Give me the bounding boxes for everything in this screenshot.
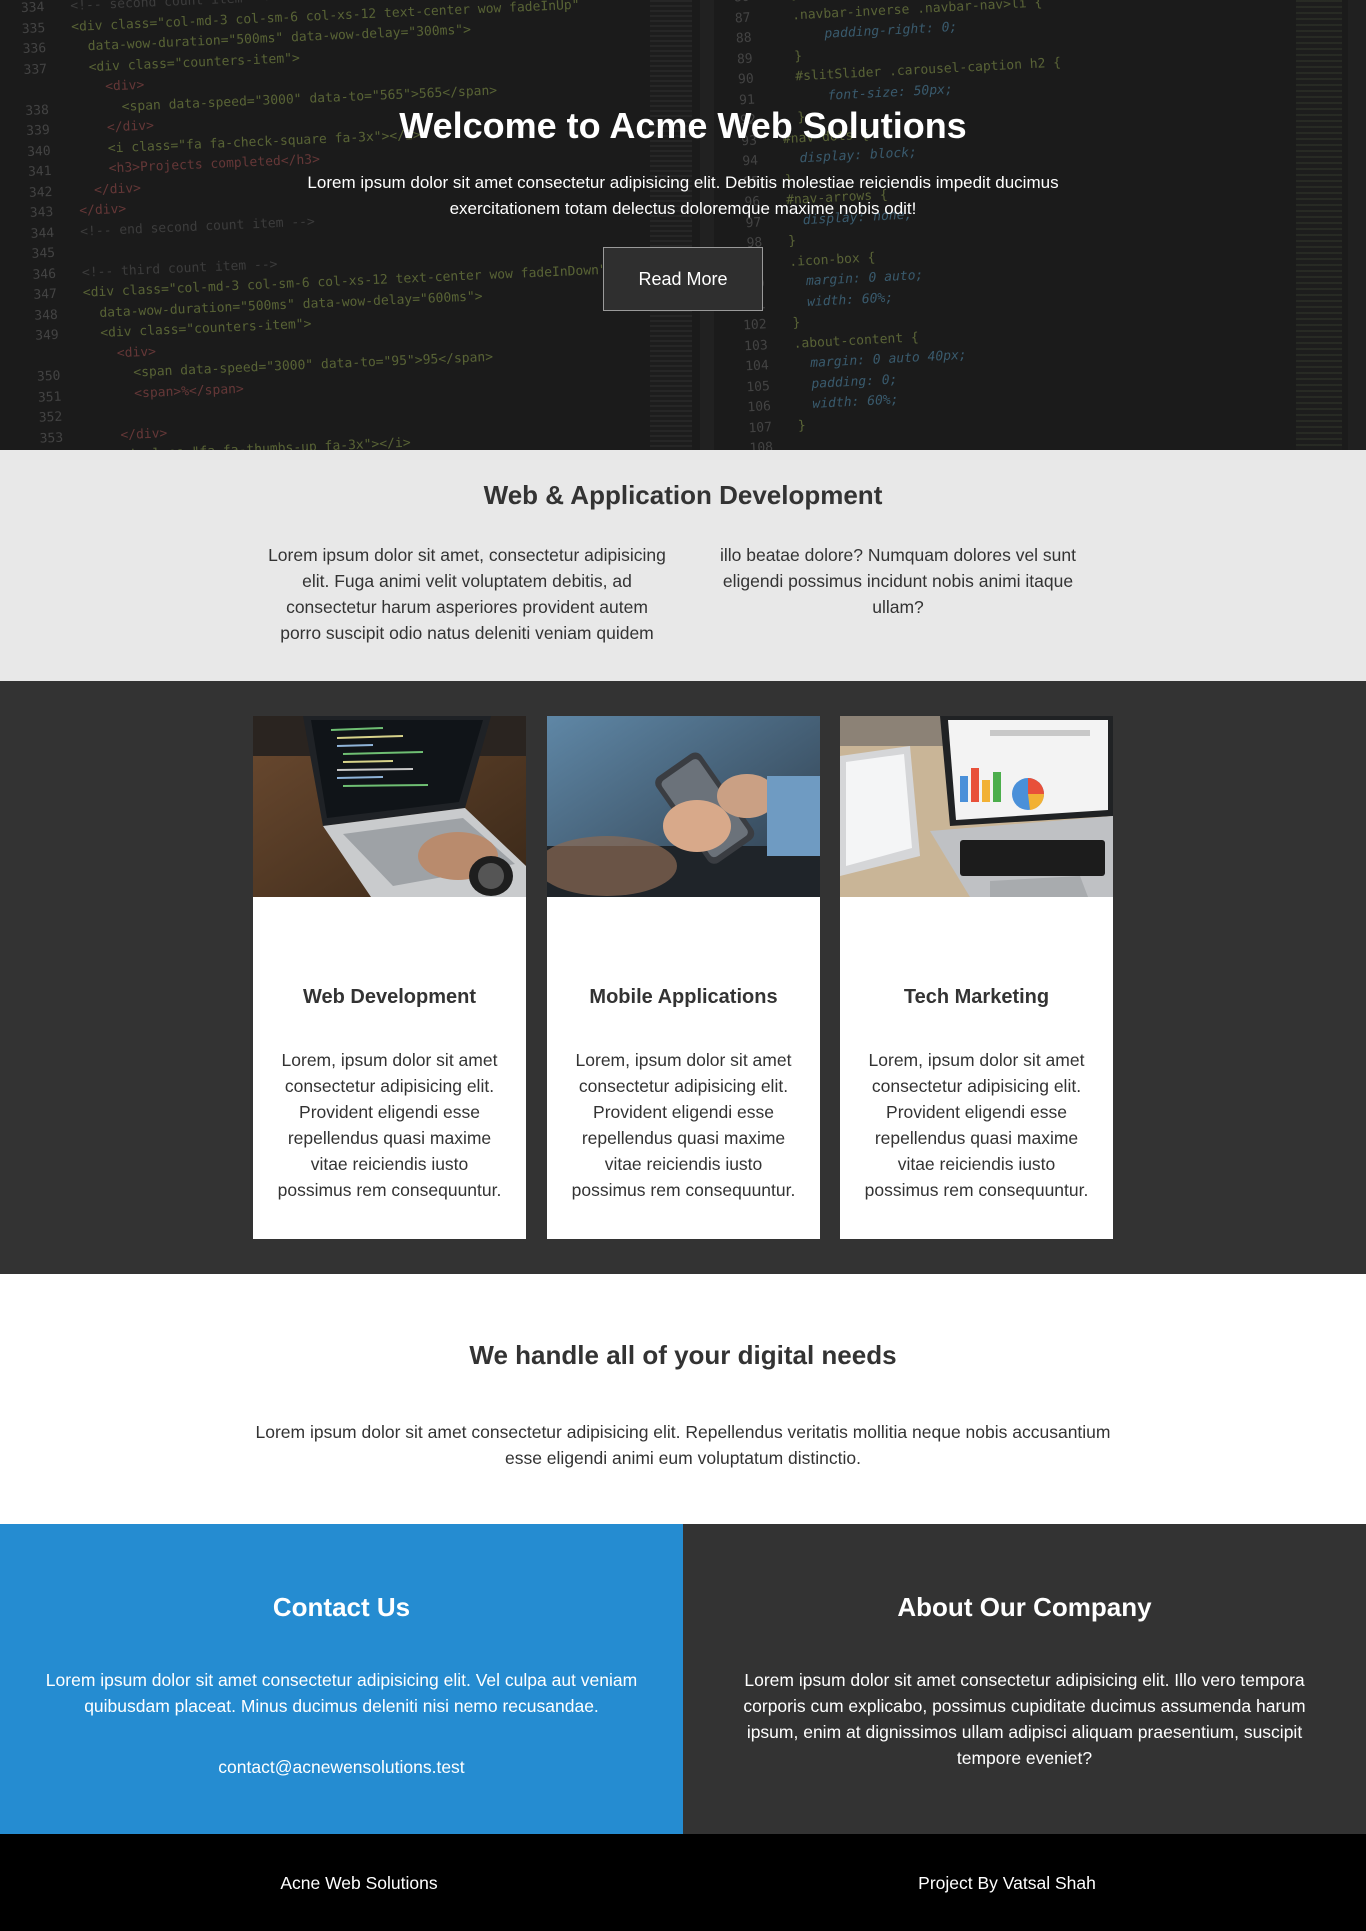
contact-text: Lorem ipsum dolor sit amet consectetur a…	[45, 1670, 638, 1716]
card-text: Lorem, ipsum dolor sit amet consectetur …	[571, 1050, 796, 1200]
contact-title: Contact Us	[272, 1592, 411, 1622]
card-title: Tech Marketing	[903, 986, 1050, 1008]
hero-content: Welcome to Acme Web Solutions Lorem ipsu…	[0, 0, 1366, 450]
footer-credit: Project By Vatsal Shah	[918, 1873, 1096, 1893]
card-title: Web Development	[303, 986, 476, 1008]
text-column-1: Lorem ipsum dolor sit amet, consectetur …	[268, 545, 666, 643]
text-column-2: illo beatae dolore? Numquam dolores vel …	[719, 545, 1077, 617]
service-card-tech-marketing: Tech Marketing Lorem, ipsum dolor sit am…	[840, 716, 1113, 1239]
service-card-mobile-applications: Mobile Applications Lorem, ipsum dolor s…	[547, 716, 820, 1239]
laptop-tablet-charts-photo	[840, 716, 1113, 897]
footer: Acne Web Solutions Project By Vatsal Sha…	[0, 1834, 1366, 1931]
card-text: Lorem, ipsum dolor sit amet consectetur …	[864, 1050, 1089, 1200]
smartphone-hands-photo	[547, 716, 820, 897]
section-text: Lorem ipsum dolor sit amet consectetur a…	[255, 1422, 1111, 1468]
about-section: About Our Company Lorem ipsum dolor sit …	[683, 1524, 1366, 1834]
contact-section: Contact Us Lorem ipsum dolor sit amet co…	[0, 1524, 683, 1834]
digital-needs-section: We handle all of your digital needs Lore…	[0, 1274, 1366, 1524]
service-card-web-development: Web Development Lorem, ipsum dolor sit a…	[253, 716, 526, 1239]
hero-title: Welcome to Acme Web Solutions	[399, 105, 967, 146]
about-title: About Our Company	[897, 1592, 1152, 1622]
services-section: Web Development Lorem, ipsum dolor sit a…	[0, 681, 1366, 1274]
card-text: Lorem, ipsum dolor sit amet consectetur …	[277, 1050, 502, 1200]
read-more-button[interactable]: Read More	[603, 247, 763, 311]
about-text: Lorem ipsum dolor sit amet consectetur a…	[743, 1670, 1306, 1768]
card-title: Mobile Applications	[589, 986, 778, 1008]
hero-section: 334 <!-- second count item --> 335 <div cla…	[0, 0, 1366, 450]
section-title: We handle all of your digital needs	[469, 1340, 897, 1370]
section-title: Web & Application Development	[483, 480, 883, 510]
contact-email-link[interactable]: contact@acnewensolutions.test	[0, 1754, 683, 1780]
footer-company-name: Acne Web Solutions	[280, 1873, 438, 1893]
laptop-coding-photo	[253, 716, 526, 897]
hero-text: Lorem ipsum dolor sit amet consectetur a…	[307, 173, 1059, 218]
web-app-development-section: Web & Application Development Lorem ipsu…	[0, 450, 1366, 681]
